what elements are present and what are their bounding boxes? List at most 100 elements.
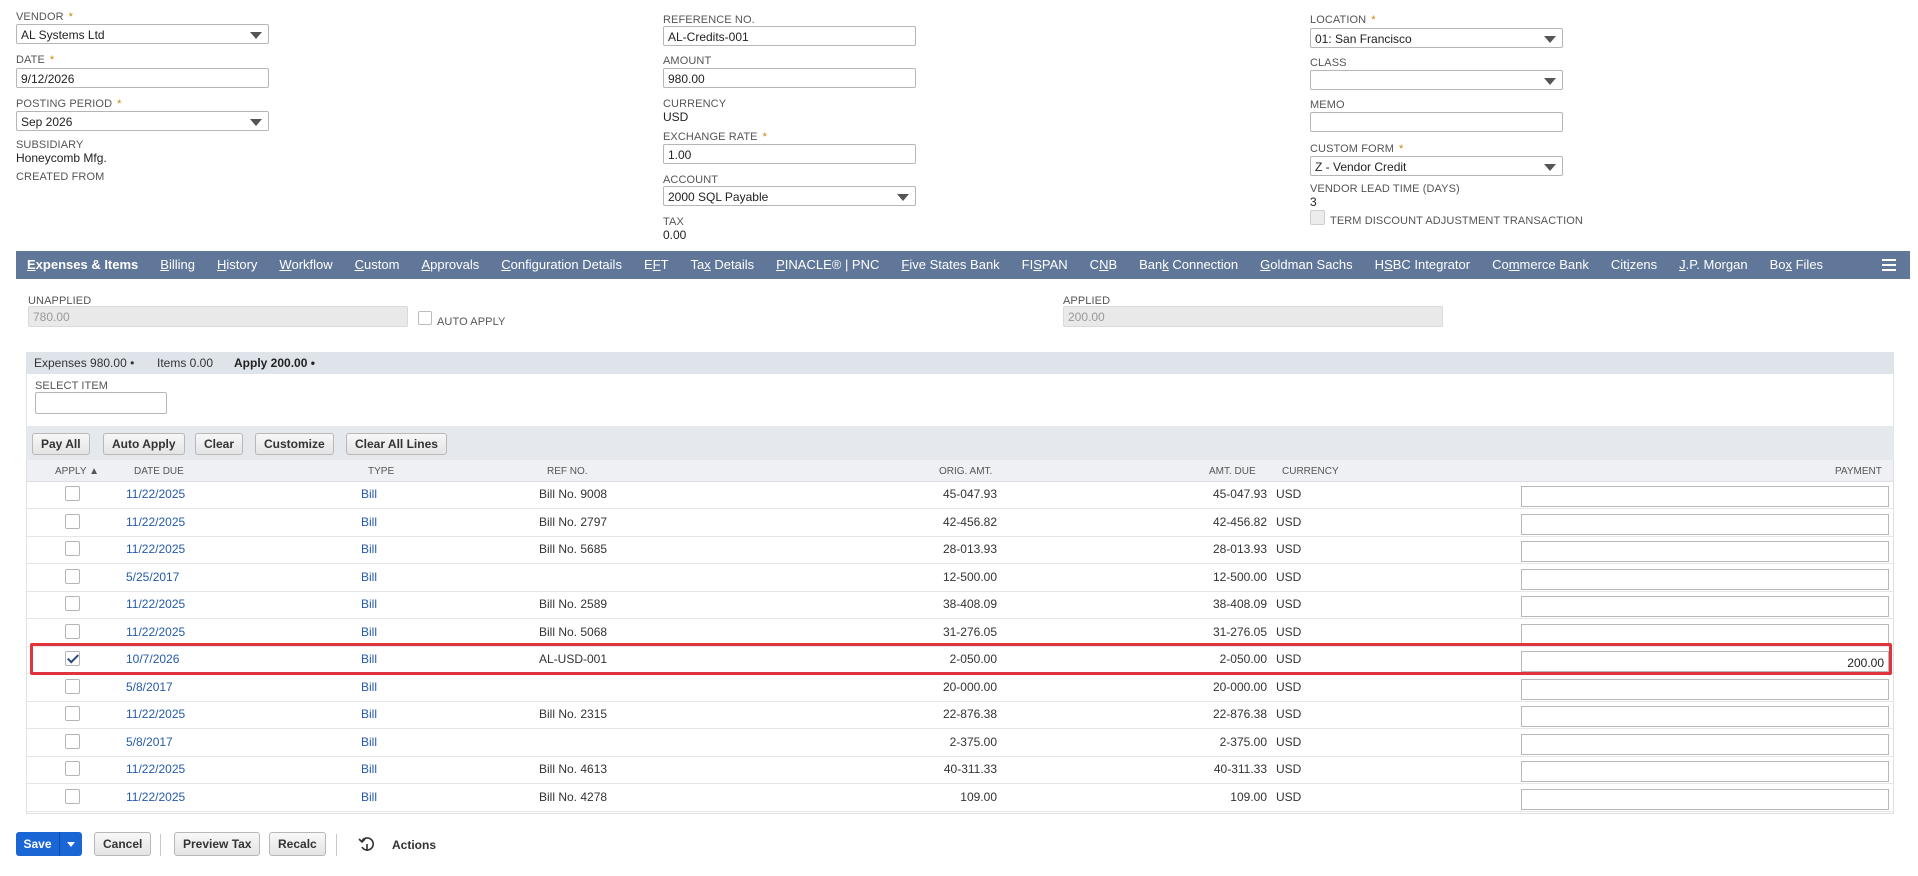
tab-j-p-morgan[interactable]: J.P. Morgan (1668, 251, 1758, 279)
apply-checkbox[interactable] (65, 596, 80, 611)
date-due-link[interactable]: 5/8/2017 (126, 735, 173, 749)
tab-pinacle-pnc[interactable]: PINACLE® | PNC (765, 251, 890, 279)
col-type[interactable]: TYPE (368, 466, 394, 477)
date-due-link[interactable]: 11/22/2025 (126, 790, 185, 804)
col-amt-due[interactable]: AMT. DUE (1209, 466, 1256, 477)
subtab-expenses[interactable]: Expenses 980.00 • (34, 356, 134, 370)
tab-cnb[interactable]: CNB (1079, 251, 1128, 279)
table-row[interactable]: 5/8/2017 Bill 2-375.00 2-375.00 USD (27, 729, 1893, 757)
vendor-select[interactable]: AL Systems Ltd (16, 24, 269, 44)
date-due-link[interactable]: 11/22/2025 (126, 487, 185, 501)
date-due-link[interactable]: 11/22/2025 (126, 625, 185, 639)
table-row[interactable]: 11/22/2025 Bill Bill No. 2589 38-408.09 38-4… (27, 592, 1893, 619)
custom-form-select[interactable]: Z - Vendor Credit (1310, 156, 1563, 176)
payment-input[interactable] (1521, 706, 1889, 727)
table-row[interactable]: 11/22/2025 Bill Bill No. 2797 42-456.82 42-4… (27, 509, 1893, 537)
payment-input[interactable] (1521, 486, 1889, 507)
tab-goldman-sachs[interactable]: Goldman Sachs (1249, 251, 1364, 279)
save-button[interactable]: Save (16, 832, 59, 856)
subtab-items[interactable]: Items 0.00 (157, 356, 213, 370)
tab-five-states-bank[interactable]: Five States Bank (890, 251, 1010, 279)
clear-all-lines-button[interactable]: Clear All Lines (346, 433, 447, 455)
apply-checkbox[interactable] (65, 486, 80, 501)
date-due-link[interactable]: 10/7/2026 (126, 652, 179, 666)
type-link[interactable]: Bill (361, 515, 377, 529)
pay-all-button[interactable]: Pay All (32, 433, 90, 455)
menu-icon[interactable] (1882, 259, 1896, 271)
tab-box-files[interactable]: Box Files (1759, 251, 1834, 279)
exchange-rate-field[interactable]: 1.00 (663, 144, 916, 164)
payment-input[interactable] (1521, 761, 1889, 782)
apply-checkbox[interactable] (65, 623, 80, 639)
date-field[interactable]: 9/12/2026 (16, 68, 269, 88)
apply-checkbox[interactable] (65, 651, 80, 666)
apply-checkbox[interactable] (65, 761, 80, 776)
type-link[interactable]: Bill (361, 570, 377, 584)
tab-custom[interactable]: Custom (344, 251, 411, 279)
apply-checkbox[interactable] (65, 678, 80, 694)
table-row[interactable]: 11/22/2025 Bill Bill No. 4613 40-311.33 40-3… (27, 757, 1893, 784)
type-link[interactable]: Bill (361, 597, 377, 611)
actions-label[interactable]: Actions (392, 838, 436, 852)
memo-field[interactable] (1310, 112, 1563, 132)
tab-bank-connection[interactable]: Bank Connection (1128, 251, 1249, 279)
date-due-link[interactable]: 11/22/2025 (126, 707, 185, 721)
date-due-link[interactable]: 5/8/2017 (126, 680, 173, 694)
table-row[interactable]: 10/7/2026 Bill AL-USD-001 2-050.00 2-050.00 U… (27, 647, 1893, 674)
tab-configuration-details[interactable]: Configuration Details (490, 251, 633, 279)
type-link[interactable]: Bill (361, 707, 377, 721)
cancel-button[interactable]: Cancel (94, 832, 152, 856)
payment-input[interactable] (1521, 788, 1889, 810)
tab-expenses-items[interactable]: Expenses & Items (16, 251, 149, 279)
payment-input[interactable] (1521, 541, 1889, 562)
payment-input[interactable] (1521, 678, 1889, 700)
type-link[interactable]: Bill (361, 680, 377, 694)
location-select[interactable]: 01: San Francisco (1310, 28, 1563, 48)
clear-button[interactable]: Clear (195, 433, 244, 455)
apply-checkbox[interactable] (65, 706, 80, 721)
auto-apply-button[interactable]: Auto Apply (103, 433, 185, 455)
type-link[interactable]: Bill (361, 652, 377, 666)
col-apply[interactable]: APPLY ▲ (55, 466, 99, 477)
subtab-apply[interactable]: Apply 200.00 • (234, 356, 315, 370)
type-link[interactable]: Bill (361, 790, 377, 804)
col-ref-no[interactable]: REF NO. (547, 466, 588, 477)
type-link[interactable]: Bill (361, 735, 377, 749)
date-due-link[interactable]: 5/25/2017 (126, 570, 179, 584)
payment-input[interactable]: 200.00 (1521, 651, 1889, 672)
amount-field[interactable]: 980.00 (663, 68, 916, 88)
term-discount-checkbox[interactable] (1310, 210, 1325, 225)
payment-input[interactable] (1521, 568, 1889, 590)
tab-hsbc-integrator[interactable]: HSBC Integrator (1364, 251, 1481, 279)
date-due-link[interactable]: 11/22/2025 (126, 762, 185, 776)
table-row[interactable]: 11/22/2025 Bill Bill No. 5685 28-013.93 28-0… (27, 537, 1893, 564)
date-due-link[interactable]: 11/22/2025 (126, 542, 185, 556)
recalc-button[interactable]: Recalc (269, 832, 326, 856)
customize-button[interactable]: Customize (255, 433, 334, 455)
table-row[interactable]: 11/22/2025 Bill Bill No. 2315 22-876.38 22-8… (27, 702, 1893, 729)
tab-commerce-bank[interactable]: Commerce Bank (1481, 251, 1600, 279)
save-dropdown-button[interactable] (59, 832, 82, 856)
payment-input[interactable] (1521, 623, 1889, 645)
tab-billing[interactable]: Billing (149, 251, 206, 279)
tab-tax-details[interactable]: Tax Details (680, 251, 766, 279)
tab-fispan[interactable]: FISPAN (1011, 251, 1079, 279)
tab-approvals[interactable]: Approvals (410, 251, 490, 279)
apply-checkbox[interactable] (65, 513, 80, 529)
select-item-field[interactable] (35, 392, 167, 414)
payment-input[interactable] (1521, 513, 1889, 535)
type-link[interactable]: Bill (361, 625, 377, 639)
payment-input[interactable] (1521, 596, 1889, 617)
payment-input[interactable] (1521, 733, 1889, 755)
class-select[interactable] (1310, 70, 1563, 90)
tab-eft[interactable]: EFT (633, 251, 680, 279)
tab-history[interactable]: History (206, 251, 268, 279)
table-row[interactable]: 11/22/2025 Bill Bill No. 9008 45-047.93 45-0… (27, 482, 1893, 509)
table-row[interactable]: 5/25/2017 Bill 12-500.00 12-500.00 USD (27, 564, 1893, 592)
tab-citizens[interactable]: Citizens (1600, 251, 1668, 279)
preview-tax-button[interactable]: Preview Tax (174, 832, 261, 856)
date-due-link[interactable]: 11/22/2025 (126, 515, 185, 529)
table-row[interactable]: 11/22/2025 Bill Bill No. 4278 109.00 109.00 U… (27, 784, 1893, 812)
account-select[interactable]: 2000 SQL Payable (663, 186, 916, 206)
col-orig-amt[interactable]: ORIG. AMT. (939, 466, 992, 477)
